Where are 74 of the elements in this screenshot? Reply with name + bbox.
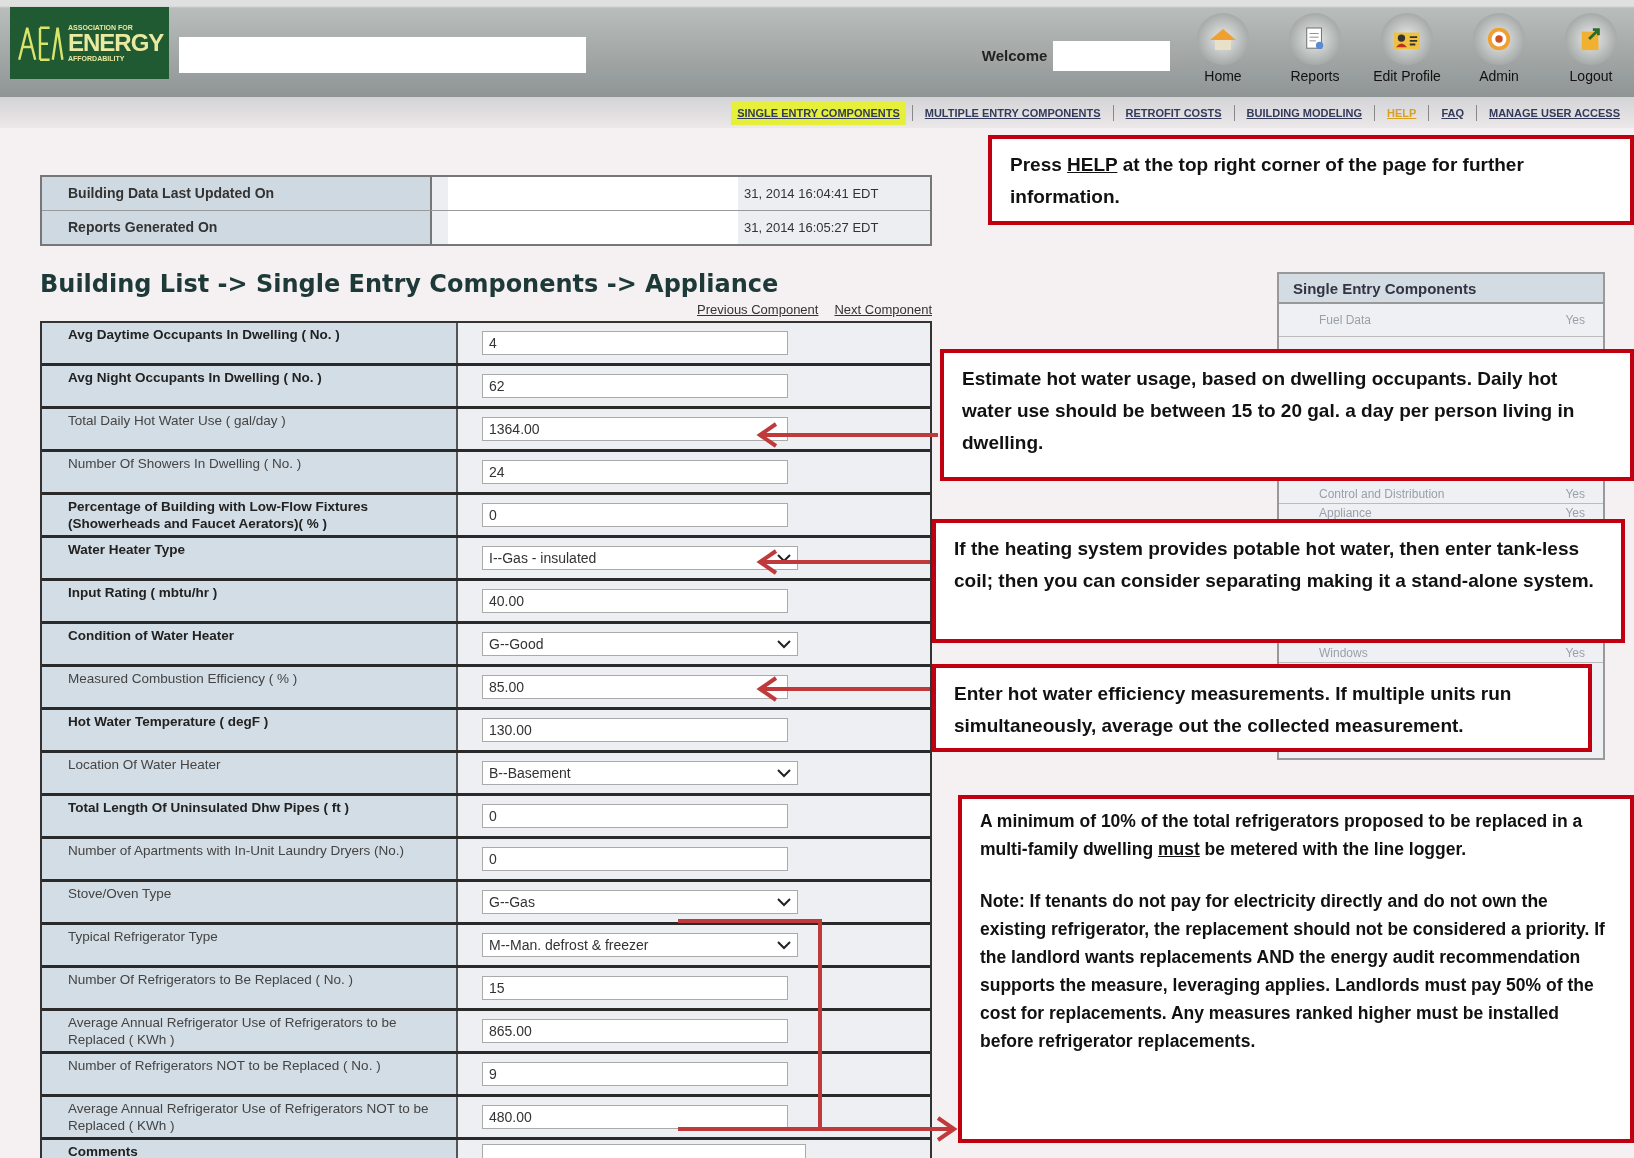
nav-icon-link[interactable]: Edit Profile xyxy=(1364,13,1450,84)
input-field[interactable]: 15 xyxy=(482,976,788,1000)
menu-link[interactable]: BUILDING MODELING xyxy=(1240,100,1369,125)
input-field[interactable]: 0 xyxy=(482,847,788,871)
input-field[interactable]: 0 xyxy=(482,804,788,828)
sidebar-title: Single Entry Components xyxy=(1279,274,1603,304)
input-field[interactable]: 480.00 xyxy=(482,1105,788,1129)
date-text: 31, 2014 16:05:27 EDT xyxy=(744,220,879,235)
nav-icon-link[interactable]: Logout xyxy=(1548,13,1634,84)
callout-text: Note: If tenants do not pay for electricity directly and do not own the existing refrigerator, the replacement should not be considered a priority. If the landlord wants replacements AND the energy audit recommendation supports the measure, leveraging applies. Landlords must pay 50% of the cost for replacements. Any measures ranked higher must be installed before refrigerator replacements. xyxy=(980,890,1606,1053)
menu-link[interactable]: FAQ xyxy=(1435,100,1470,125)
menu-link[interactable]: MULTIPLE ENTRY COMPONENTS xyxy=(918,100,1107,125)
chevron-down-icon xyxy=(777,940,791,950)
nav-icon-link[interactable]: Home xyxy=(1180,13,1266,84)
field-label: Comments xyxy=(42,1140,458,1158)
input-field[interactable]: 85.00 xyxy=(482,675,788,699)
field-label: Typical Refrigerator Type xyxy=(42,925,458,965)
field-label: Number of Refrigerators NOT to be Replaced ( No. ) xyxy=(42,1054,458,1094)
field-label: Condition of Water Heater xyxy=(42,624,458,664)
table-cell: Building Data Last Updated On xyxy=(42,177,432,210)
dropdown[interactable]: G--Good xyxy=(482,632,798,656)
input-field[interactable]: 24 xyxy=(482,460,788,484)
field-label: Input Rating ( mbtu/hr ) xyxy=(42,581,458,621)
chevron-down-icon xyxy=(777,639,791,649)
callout-text: If the heating system provides potable hot water, then enter tank-less coil; then you can consider separating making it a stand-alone system. xyxy=(954,537,1595,593)
menu-link[interactable]: SINGLE ENTRY COMPONENTS xyxy=(731,100,906,125)
house-icon xyxy=(1208,26,1238,52)
target-icon xyxy=(1486,26,1512,52)
dropdown[interactable]: G--Gas xyxy=(482,890,798,914)
field-label: Hot Water Temperature ( degF ) xyxy=(42,710,458,750)
input-field[interactable]: 62 xyxy=(482,374,788,398)
callout-text: Enter hot water efficiency measurements. If multiple units run simultaneously, average out the collected measurement. xyxy=(954,682,1513,738)
document-icon xyxy=(1304,26,1326,52)
breadcrumb-title: Building List -> Single Entry Components -> Appliance xyxy=(40,270,780,298)
input-field[interactable]: 9 xyxy=(482,1062,788,1086)
field-label: Number Of Refrigerators to Be Replaced ( No. ) xyxy=(42,968,458,1008)
welcome-text: Welcome xyxy=(981,47,1048,64)
menu-link[interactable]: RETROFIT COSTS xyxy=(1119,100,1228,125)
field-label: Number of Apartments with In-Unit Laundry Dryers (No.) xyxy=(42,839,458,879)
logo-text: ENERGY xyxy=(68,30,164,55)
dropdown[interactable]: B--Basement xyxy=(482,761,798,785)
input-field[interactable]: 1364.00 xyxy=(482,417,788,441)
field-label: Percentage of Building with Low-Flow Fixtures (Showerheads and Faucet Aerators)( % ) xyxy=(42,495,458,535)
chevron-down-icon xyxy=(777,553,791,563)
component-link[interactable]: Previous Component xyxy=(697,302,819,317)
field-label: Total Length Of Uninsulated Dhw Pipes ( ft ) xyxy=(42,796,458,836)
input-field[interactable]: 130.00 xyxy=(482,718,788,742)
field-label: Measured Combustion Efficiency ( % ) xyxy=(42,667,458,707)
field-label: Average Annual Refrigerator Use of Refrigerators NOT to be Replaced ( KWh ) xyxy=(42,1097,458,1137)
field-label: Stove/Oven Type xyxy=(42,882,458,922)
nav-icon-link[interactable]: Admin xyxy=(1456,13,1542,84)
component-link[interactable]: Next Component xyxy=(834,302,932,317)
callout-text: A minimum of 10% of the total refrigerators proposed to be replaced in a multi-family dwelling must be metered with the line logger. xyxy=(980,810,1584,861)
field-label: Avg Night Occupants In Dwelling ( No. ) xyxy=(42,366,458,406)
chevron-down-icon xyxy=(777,897,791,907)
field-label: Avg Daytime Occupants In Dwelling ( No. ) xyxy=(42,323,458,363)
field-label: Location Of Water Heater xyxy=(42,753,458,793)
dropdown[interactable]: I--Gas - insulated xyxy=(482,546,798,570)
input-field[interactable]: 865.00 xyxy=(482,1019,788,1043)
table-cell: Reports Generated On xyxy=(42,211,432,244)
date-text: 31, 2014 16:04:41 EDT xyxy=(744,186,879,201)
callout-text: Estimate hot water usage, based on dwelling occupants. Daily hot water use should be between 15 to 20 gal. a day per person living in dwelling. xyxy=(962,367,1576,455)
chevron-down-icon xyxy=(777,768,791,778)
field-label: Number Of Showers In Dwelling ( No. ) xyxy=(42,452,458,492)
field-label: Total Daily Hot Water Use ( gal/day ) xyxy=(42,409,458,449)
nav-icon-link[interactable]: Reports xyxy=(1272,13,1358,84)
field-label: Water Heater Type xyxy=(42,538,458,578)
dropdown[interactable]: M--Man. defrost & freezer xyxy=(482,933,798,957)
callout-text: Press HELP at the top right corner of the page for further information. xyxy=(1010,153,1525,209)
menu-link[interactable]: MANAGE USER ACCESS xyxy=(1483,100,1626,125)
field-label: Average Annual Refrigerator Use of Refrigerators to be Replaced ( KWh ) xyxy=(42,1011,458,1051)
input-field[interactable]: 0 xyxy=(482,503,788,527)
input-field[interactable]: 4 xyxy=(482,331,788,355)
input-field[interactable]: 40.00 xyxy=(482,589,788,613)
